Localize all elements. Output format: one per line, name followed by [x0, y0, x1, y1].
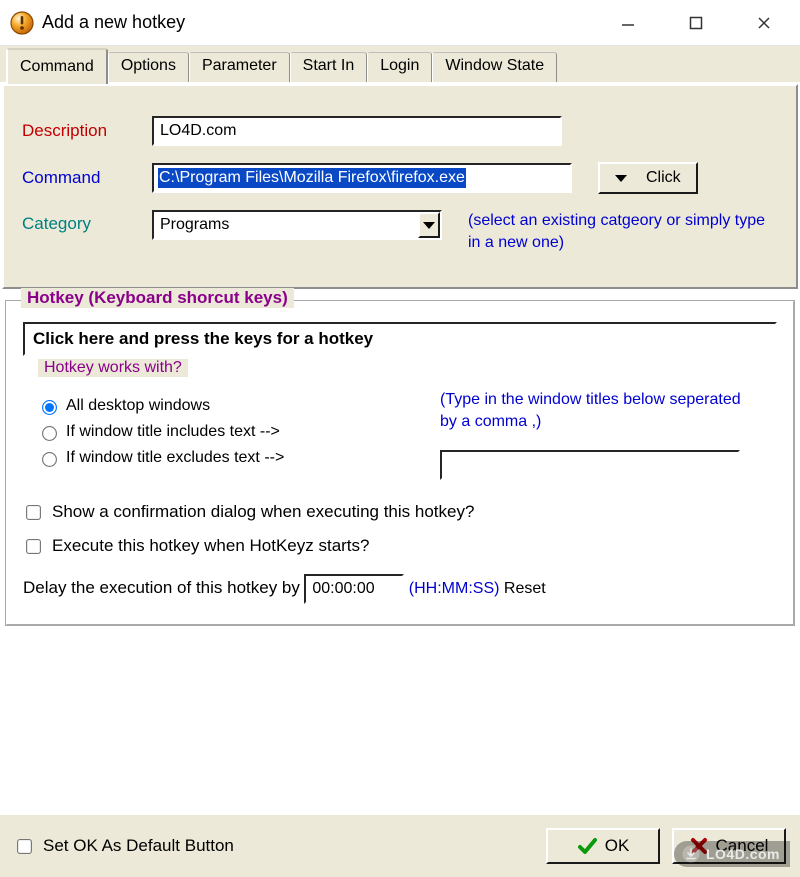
label-category: Category	[22, 214, 152, 234]
chevron-down-icon	[423, 222, 435, 229]
label-description: Description	[22, 121, 152, 141]
app-icon	[8, 10, 36, 36]
delay-label: Delay the execution of this hotkey by	[23, 578, 300, 597]
tab-login[interactable]: Login	[367, 52, 432, 82]
category-input[interactable]	[152, 210, 442, 240]
tab-command[interactable]: Command	[6, 48, 108, 84]
tab-parameter[interactable]: Parameter	[189, 52, 290, 82]
command-panel: Description Command C:\Program Files\Moz…	[2, 84, 798, 289]
category-hint: (select an existing catgeory or simply t…	[468, 210, 768, 253]
command-input[interactable]: C:\Program Files\Mozilla Firefox\firefox…	[152, 163, 572, 193]
tab-options[interactable]: Options	[108, 52, 189, 82]
tab-window-state[interactable]: Window State	[432, 52, 557, 82]
check-icon	[577, 836, 597, 856]
watermark-text: LO4D.com	[706, 846, 780, 862]
hotkey-legend: Hotkey (Keyboard shorcut keys)	[21, 288, 294, 308]
download-icon	[682, 845, 700, 863]
radio-title-excludes[interactable]: If window title excludes text -->	[38, 449, 418, 467]
delay-format: (HH:MM:SS)	[409, 580, 500, 597]
command-input-text: C:\Program Files\Mozilla Firefox\firefox…	[158, 168, 466, 188]
window-titles-hint: (Type in the window titles below seperat…	[440, 389, 760, 432]
tabbar: Command Options Parameter Start In Login…	[0, 46, 800, 84]
titlebar: Add a new hotkey	[0, 0, 800, 46]
ok-button[interactable]: OK	[546, 828, 660, 864]
works-with-legend: Hotkey works with?	[38, 359, 188, 377]
click-dropdown-button[interactable]: Click	[598, 162, 698, 194]
category-dropdown-arrow[interactable]	[418, 212, 440, 238]
radio-title-includes[interactable]: If window title includes text -->	[38, 423, 418, 441]
click-button-label: Click	[646, 169, 681, 187]
window-title: Add a new hotkey	[42, 12, 185, 33]
watermark: LO4D.com	[674, 841, 790, 867]
close-button[interactable]	[730, 5, 798, 41]
check-show-confirmation[interactable]: Show a confirmation dialog when executin…	[23, 502, 777, 522]
hotkey-group: Hotkey (Keyboard shorcut keys) Hotkey wo…	[6, 301, 794, 625]
check-set-ok-default[interactable]: Set OK As Default Button	[14, 836, 234, 856]
window-controls	[594, 5, 798, 41]
minimize-button[interactable]	[594, 5, 662, 41]
check-execute-on-start[interactable]: Execute this hotkey when HotKeyz starts?	[23, 536, 777, 556]
tab-start-in[interactable]: Start In	[290, 52, 368, 82]
description-input[interactable]	[152, 116, 562, 146]
delay-reset[interactable]: Reset	[504, 580, 546, 597]
window-titles-input[interactable]	[440, 450, 740, 480]
label-command: Command	[22, 168, 152, 188]
delay-input[interactable]	[304, 574, 404, 604]
hotkey-input[interactable]	[23, 322, 777, 356]
maximize-button[interactable]	[662, 5, 730, 41]
works-with-group: Hotkey works with? All desktop windows I…	[23, 370, 777, 488]
category-combobox[interactable]	[152, 210, 442, 240]
radio-all-desktop-windows[interactable]: All desktop windows	[38, 397, 418, 415]
chevron-down-icon	[615, 175, 627, 182]
